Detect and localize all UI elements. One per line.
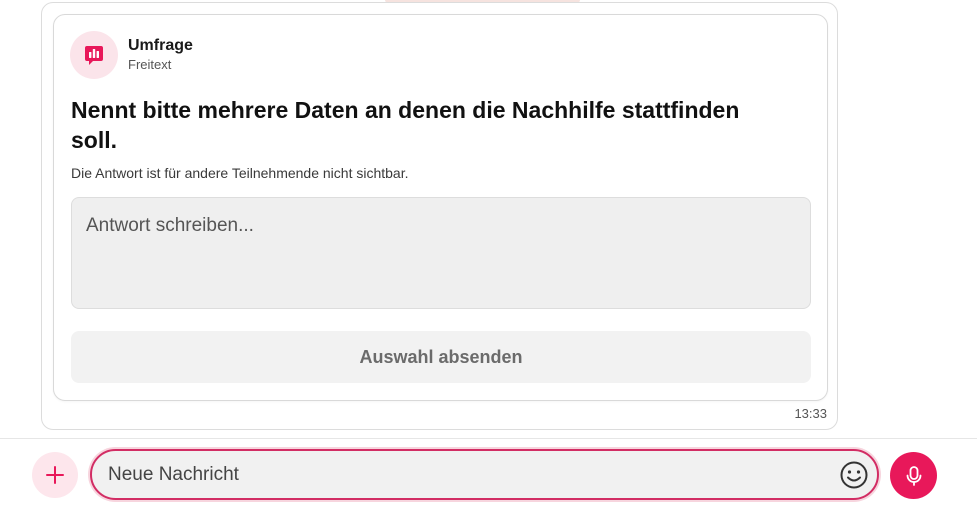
message-bubble: Umfrage Freitext Nennt bitte mehrere Dat…	[41, 2, 838, 430]
poll-header-text: Umfrage Freitext	[128, 36, 193, 74]
microphone-button[interactable]	[890, 452, 937, 499]
plus-icon	[46, 466, 64, 484]
message-input[interactable]	[108, 451, 828, 498]
answer-input[interactable]	[71, 197, 811, 309]
composer-divider	[0, 438, 977, 439]
poll-question: Nennt bitte mehrere Daten an denen die N…	[71, 97, 740, 153]
chat-view: Umfrage Freitext Nennt bitte mehrere Dat…	[0, 0, 977, 513]
poll-visibility-note: Die Antwort ist für andere Teilnehmende …	[71, 165, 409, 181]
poll-subtype-label: Freitext	[128, 57, 172, 72]
poll-header: Umfrage Freitext	[70, 31, 193, 79]
message-timestamp: 13:33	[794, 406, 827, 421]
poll-type-label: Umfrage	[128, 37, 193, 54]
submit-button[interactable]: Auswahl absenden	[71, 331, 811, 383]
microphone-icon	[906, 465, 921, 486]
add-attachment-button[interactable]	[32, 452, 78, 498]
smiley-icon	[840, 461, 868, 489]
emoji-button[interactable]	[837, 458, 871, 492]
poll-chart-icon	[70, 31, 118, 79]
message-composer	[90, 449, 879, 500]
poll-card: Umfrage Freitext Nennt bitte mehrere Dat…	[53, 14, 828, 401]
